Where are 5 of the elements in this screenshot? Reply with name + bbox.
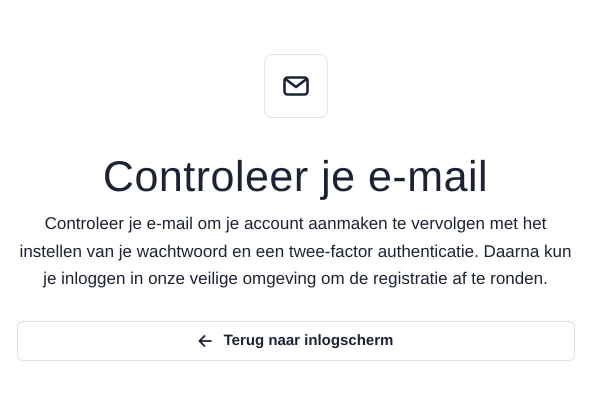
page-title: Controleer je e-mail (102, 152, 488, 202)
envelope-icon (282, 76, 308, 96)
instruction-text: Controleer je e-mail om je account aanmaken te vervolgen met het instellen van je wachtwoord en een twee-factor authenticatie. Daarna kun je inloggen in onze veilige omgeving om de registratie af te ronden. (18, 213, 572, 290)
back-button[interactable]: Terug naar inlogscherm (16, 320, 574, 360)
arrow-left-icon (198, 334, 212, 346)
